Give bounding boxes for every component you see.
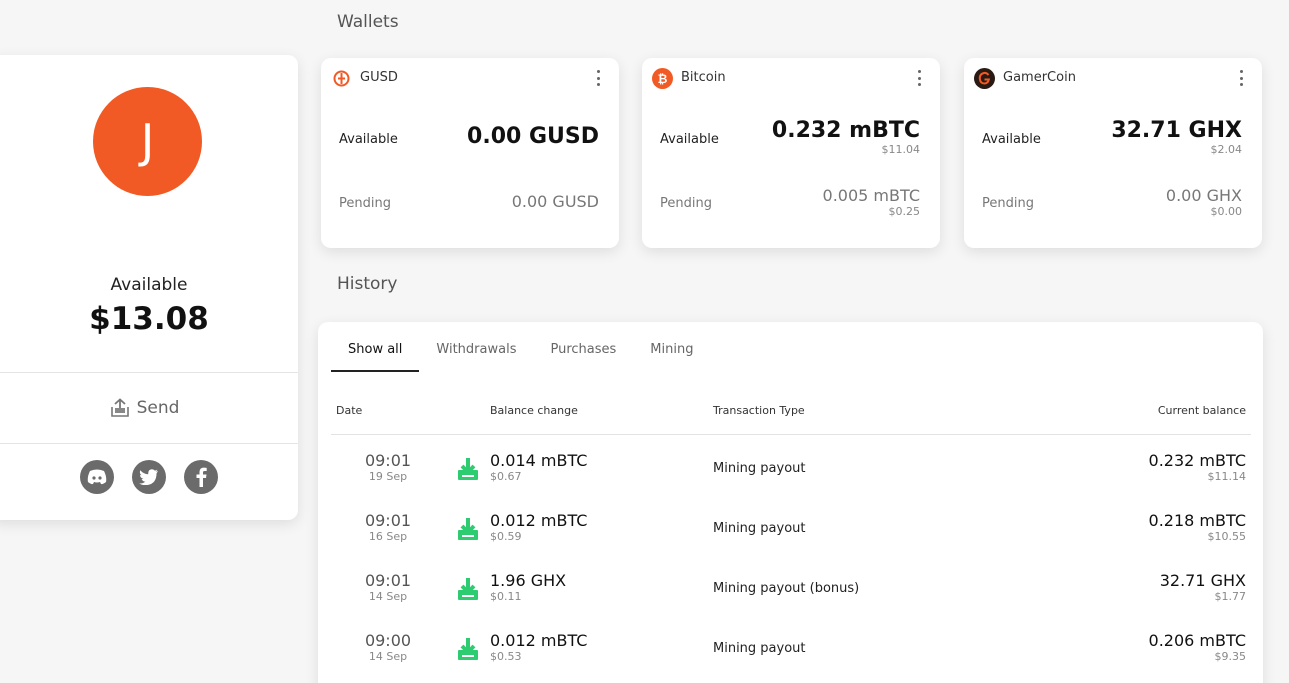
available-value: $13.08	[89, 301, 209, 337]
row-balance: 0.206 mBTC	[1148, 631, 1246, 650]
row-change: 0.012 mBTC	[490, 631, 588, 650]
pending-usd: $0.00	[1210, 205, 1243, 218]
row-type: Mining payout (bonus)	[713, 581, 860, 596]
download-icon	[458, 518, 478, 540]
column-header-date: Date	[336, 404, 363, 417]
history-card: Show all Withdrawals Purchases Mining Da…	[318, 322, 1263, 683]
wallet-name: Bitcoin	[681, 70, 726, 85]
discord-icon[interactable]	[80, 460, 114, 494]
available-label: Available	[982, 132, 1041, 147]
bitcoin-icon: ₿	[652, 68, 673, 89]
wallet-name: GamerCoin	[1003, 70, 1076, 85]
row-change: 0.014 mBTC	[490, 451, 588, 470]
divider	[0, 443, 298, 444]
available-label: Available	[110, 275, 188, 295]
row-date: 14 Sep	[368, 590, 408, 603]
wallet-card-gamercoin[interactable]: GamerCoin Available 32.71 GHX $2.04 Pend…	[964, 58, 1262, 248]
download-icon	[458, 578, 478, 600]
tab-show-all[interactable]: Show all	[331, 330, 420, 372]
column-header-transaction-type: Transaction Type	[713, 404, 805, 417]
send-icon	[110, 398, 129, 417]
pending-label: Pending	[339, 196, 391, 211]
more-options-icon[interactable]	[916, 68, 922, 88]
tab-withdrawals[interactable]: Withdrawals	[419, 330, 533, 372]
header-divider	[331, 434, 1251, 435]
row-type: Mining payout	[713, 641, 806, 656]
pending-label: Pending	[660, 196, 712, 211]
row-time: 09:01	[364, 451, 412, 470]
gamercoin-icon	[974, 68, 995, 89]
row-change-usd: $0.59	[490, 530, 522, 543]
wallet-card-gusd[interactable]: GUSD Available 0.00 GUSD Pending 0.00 GU…	[321, 58, 619, 248]
twitter-icon[interactable]	[132, 460, 166, 494]
row-change-usd: $0.11	[490, 590, 522, 603]
pending-amount: 0.00 GHX	[1165, 186, 1242, 205]
row-date: 14 Sep	[368, 650, 408, 663]
column-header-current-balance: Current balance	[1157, 404, 1246, 417]
wallet-card-bitcoin[interactable]: ₿ Bitcoin Available 0.232 mBTC $11.04 Pe…	[642, 58, 940, 248]
facebook-icon[interactable]	[184, 460, 218, 494]
available-usd: $11.04	[881, 143, 921, 156]
row-type: Mining payout	[713, 461, 806, 476]
more-options-icon[interactable]	[595, 68, 601, 88]
tab-purchases[interactable]: Purchases	[533, 330, 633, 372]
download-icon	[458, 638, 478, 660]
row-balance-usd: $10.55	[1207, 530, 1247, 543]
row-change: 1.96 GHX	[490, 571, 567, 590]
available-amount: 0.00 GUSD	[467, 124, 599, 149]
row-type: Mining payout	[713, 521, 806, 536]
gusd-icon	[331, 68, 352, 89]
row-balance-usd: $11.14	[1207, 470, 1247, 483]
row-balance: 32.71 GHX	[1159, 571, 1246, 590]
available-usd: $2.04	[1210, 143, 1243, 156]
row-balance-usd: $1.77	[1214, 590, 1247, 603]
table-row[interactable]: 09:00 14 Sep 0.012 mBTC $0.53 Mining payou…	[331, 627, 1251, 683]
profile-card: J Available $13.08 Send	[0, 55, 298, 520]
social-links	[0, 460, 308, 494]
tab-mining[interactable]: Mining	[633, 330, 710, 372]
row-date: 16 Sep	[368, 530, 408, 543]
wallets-title: Wallets	[337, 12, 399, 32]
pending-usd: $0.25	[888, 205, 921, 218]
available-amount: 0.232 mBTC	[771, 118, 920, 143]
table-row[interactable]: 09:01 16 Sep 0.012 mBTC $0.59 Mining payou…	[331, 507, 1251, 567]
wallet-name: GUSD	[360, 70, 398, 85]
download-icon	[458, 458, 478, 480]
pending-amount: 0.005 mBTC	[822, 186, 920, 205]
column-header-balance-change: Balance change	[490, 404, 578, 417]
row-balance: 0.218 mBTC	[1148, 511, 1246, 530]
row-balance-usd: $9.35	[1214, 650, 1247, 663]
row-time: 09:00	[364, 631, 412, 650]
pending-amount: 0.00 GUSD	[511, 192, 599, 211]
table-row[interactable]: 09:01 19 Sep 0.014 mBTC $0.67 Mining payou…	[331, 447, 1251, 507]
more-options-icon[interactable]	[1238, 68, 1244, 88]
pending-label: Pending	[982, 196, 1034, 211]
available-label: Available	[660, 132, 719, 147]
history-title: History	[337, 274, 398, 294]
avatar[interactable]: J	[93, 87, 202, 196]
row-change-usd: $0.53	[490, 650, 522, 663]
row-time: 09:01	[364, 571, 412, 590]
available-label: Available	[339, 132, 398, 147]
row-change: 0.012 mBTC	[490, 511, 588, 530]
history-tabs: Show all Withdrawals Purchases Mining	[331, 330, 710, 372]
available-amount: 32.71 GHX	[1111, 118, 1242, 143]
row-date: 19 Sep	[368, 470, 408, 483]
send-button[interactable]: Send	[0, 373, 298, 443]
row-time: 09:01	[364, 511, 412, 530]
send-label: Send	[136, 398, 180, 418]
table-row[interactable]: 09:01 14 Sep 1.96 GHX $0.11 Mining payout …	[331, 567, 1251, 627]
row-balance: 0.232 mBTC	[1148, 451, 1246, 470]
row-change-usd: $0.67	[490, 470, 522, 483]
